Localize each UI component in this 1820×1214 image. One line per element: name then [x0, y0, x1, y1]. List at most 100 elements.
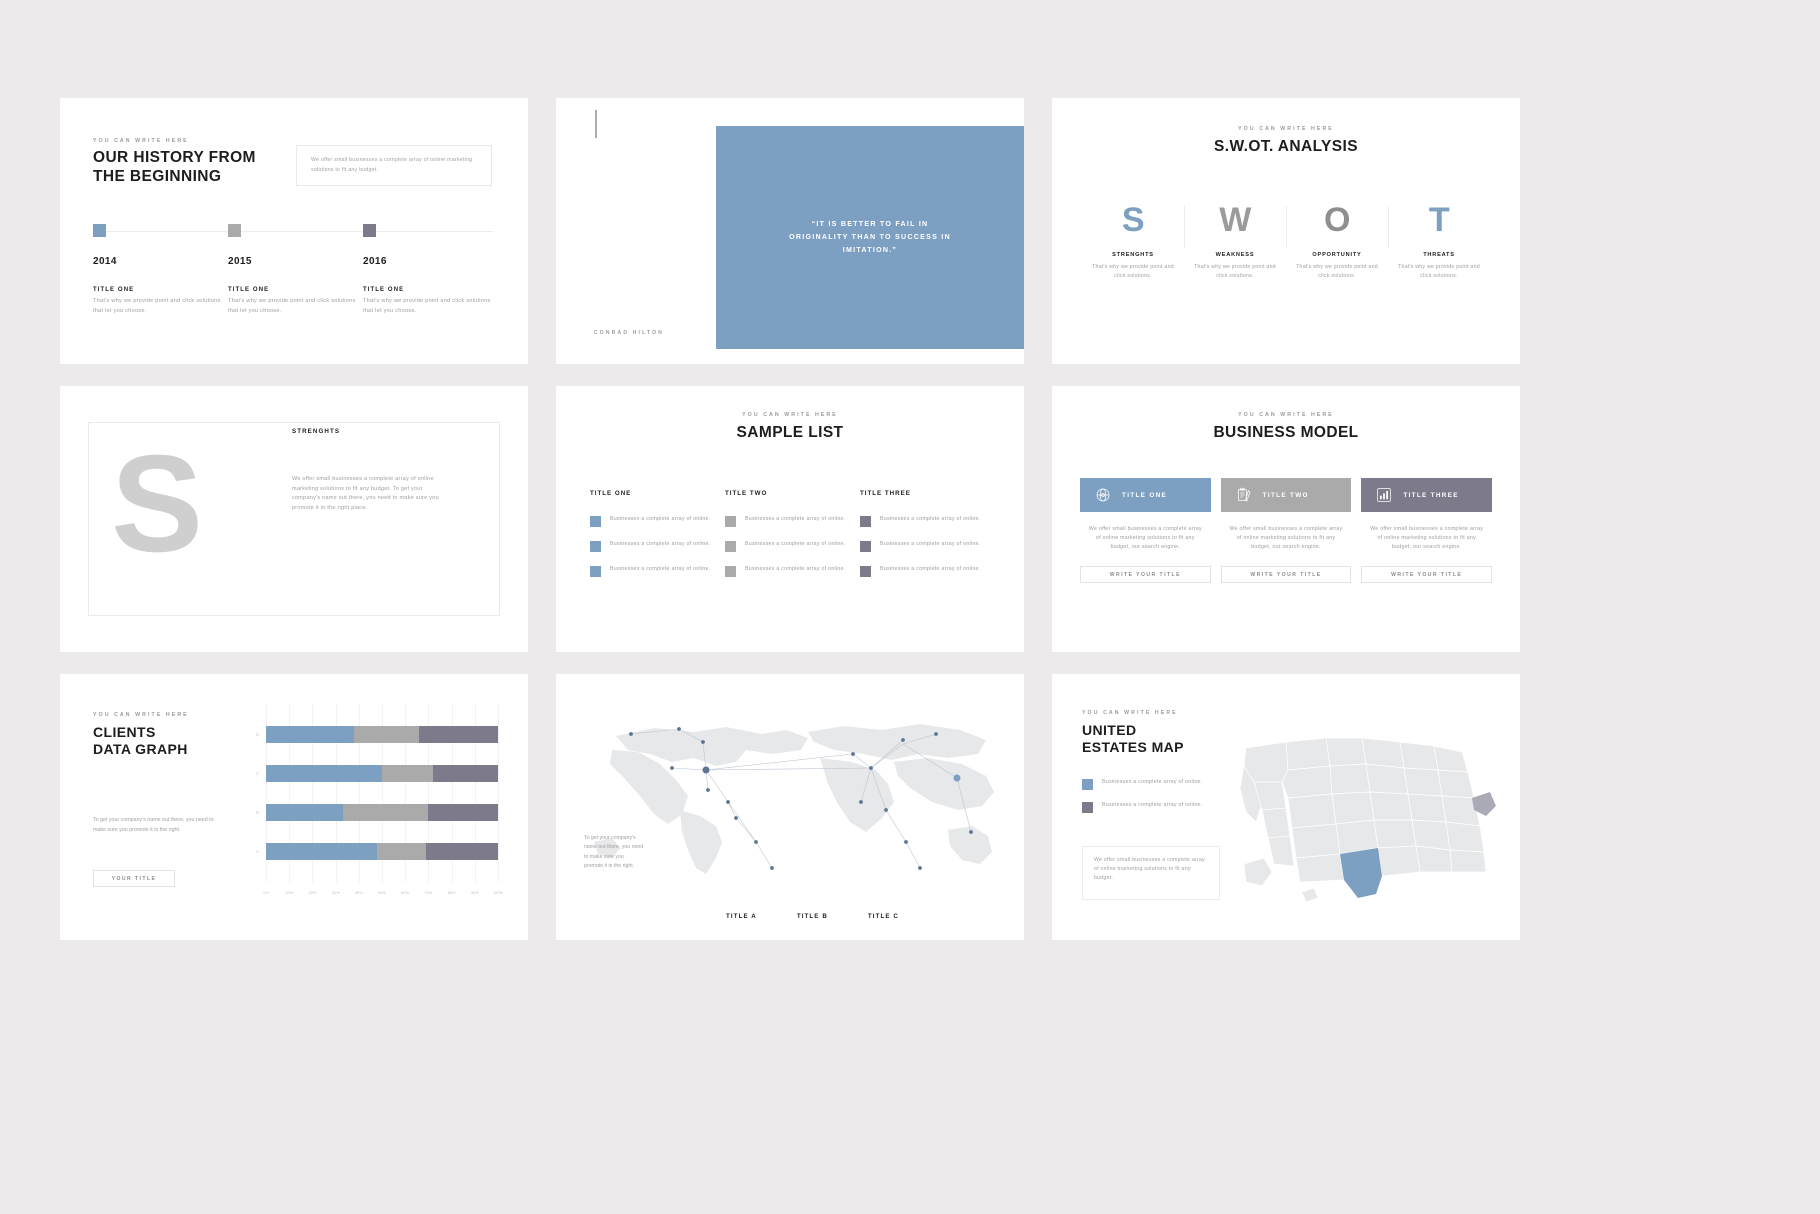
timeline-item[interactable]: 2015 TITLE ONE That's why we provide poi… — [228, 224, 363, 317]
page-title: UNITED ESTATES MAP — [1082, 722, 1184, 756]
list-item[interactable]: Businesses a complete array of online. — [725, 565, 860, 577]
card-header: TITLE ONE — [1080, 478, 1211, 512]
swot-letter: W — [1219, 201, 1251, 239]
eyebrow-label: YOU CAN WRITE HERE — [1238, 412, 1334, 418]
quote-text: “IT IS BETTER TO FAIL IN ORIGINALITY THA… — [789, 219, 951, 255]
write-your-title-button[interactable]: WRITE YOUR TITLE — [1080, 566, 1211, 583]
timeline-item[interactable]: 2014 TITLE ONE That's why we provide poi… — [93, 224, 228, 317]
swot-label: THREATS — [1423, 252, 1455, 258]
slide-clients-data-graph[interactable]: YOU CAN WRITE HERE CLIENTS DATA GRAPH To… — [60, 674, 528, 940]
swot-letter: S — [1121, 201, 1145, 239]
chart-bar-row[interactable]: D — [256, 726, 498, 743]
list-item[interactable]: Businesses a complete array of online. — [590, 565, 725, 577]
list-item[interactable]: Businesses a complete array of online. — [725, 540, 860, 552]
page-title: BUSINESS MODEL — [1213, 424, 1359, 441]
timeline-year: 2016 — [363, 256, 387, 267]
timeline-year: 2014 — [93, 256, 117, 267]
legend-label: Businesses a complete array of online. — [1102, 802, 1203, 808]
chart-bar-segment — [426, 843, 498, 860]
list-item[interactable]: Businesses a complete array of online. — [590, 540, 725, 552]
highlighted-state-texas[interactable] — [1340, 848, 1382, 898]
list-column-two: TITLE TWO Businesses a complete array of… — [725, 490, 860, 590]
slide1-header: YOU CAN WRITE HERE OUR HISTORY FROM THE … — [93, 138, 256, 187]
list-item-label: Businesses a complete array of online. — [745, 516, 846, 522]
column-title: TITLE THREE — [860, 490, 911, 497]
legend-title-a[interactable]: TITLE A — [726, 913, 757, 920]
bullet-swatch-icon — [860, 516, 871, 527]
timeline-marker-icon — [228, 224, 241, 237]
bullet-swatch-icon — [860, 566, 871, 577]
legend-title-b[interactable]: TITLE B — [797, 913, 828, 920]
eyebrow-label: YOU CAN WRITE HERE — [1238, 126, 1334, 132]
chart-bar-row[interactable]: A — [256, 843, 498, 860]
swot-letter: O — [1324, 201, 1350, 239]
list-item[interactable]: Businesses a complete array of online. — [860, 515, 995, 527]
model-card-three[interactable]: TITLE THREE We offer small businesses a … — [1361, 478, 1493, 583]
list-item-label: Businesses a complete array of online. — [745, 541, 846, 547]
bullet-swatch-icon — [725, 566, 736, 577]
x-axis-tick-label: 40% — [354, 890, 363, 895]
slide-our-history[interactable]: YOU CAN WRITE HERE OUR HISTORY FROM THE … — [60, 98, 528, 364]
slide-business-model[interactable]: YOU CAN WRITE HERE BUSINESS MODEL TITLE … — [1052, 386, 1520, 652]
callout-box: We offer small businesses a complete arr… — [1082, 846, 1220, 900]
big-letter-s: S — [111, 427, 203, 581]
list-item[interactable]: Businesses a complete array of online. — [725, 515, 860, 527]
swot-item-opportunity[interactable]: O OPPORTUNITY That's why we provide poin… — [1286, 203, 1388, 281]
chart-bar-segment — [419, 726, 498, 743]
swot-label: STRENGHTS — [1112, 252, 1154, 258]
swot-item-threats[interactable]: T THREATS That's why we provide point an… — [1388, 203, 1490, 281]
bullet-swatch-icon — [860, 541, 871, 552]
legend-item[interactable]: Businesses a complete array of online. — [1082, 801, 1210, 813]
chart-bar-segment — [382, 765, 434, 782]
legend-swatch-icon — [1082, 802, 1093, 813]
slide-world-map[interactable]: To get your company's name out there, yo… — [556, 674, 1024, 940]
slide-united-estates-map[interactable]: YOU CAN WRITE HERE UNITED ESTATES MAP Bu… — [1052, 674, 1520, 940]
slide3-header: YOU CAN WRITE HERE S.W.OT. ANALYSIS — [1052, 126, 1520, 157]
list-item[interactable]: Businesses a complete array of online. — [590, 515, 725, 527]
callout-text: We offer small businesses a complete arr… — [1094, 857, 1205, 882]
swot-columns: S STRENGHTS That's why we provide point … — [1082, 203, 1490, 281]
chart-bar-row[interactable]: C — [256, 765, 498, 782]
page-title: CLIENTS DATA GRAPH — [93, 724, 188, 758]
bullet-swatch-icon — [725, 516, 736, 527]
card-title: TITLE ONE — [1122, 491, 1168, 499]
your-title-button[interactable]: YOUR TITLE — [93, 870, 175, 887]
strengths-text-block: STRENGHTS We offer small businesses a co… — [292, 428, 444, 514]
card-body: We offer small businesses a complete arr… — [1088, 526, 1202, 550]
page-title: S.W.OT. ANALYSIS — [1214, 138, 1358, 155]
chart-bar-segment — [266, 843, 378, 860]
slide6-header: YOU CAN WRITE HERE BUSINESS MODEL — [1052, 412, 1520, 443]
clipboard-pencil-icon — [1237, 487, 1251, 502]
callout-box: We offer small businesses a complete arr… — [296, 145, 492, 186]
timeline-body: That's why we provide point and click so… — [363, 298, 491, 314]
legend-item[interactable]: Businesses a complete array of online. — [1082, 778, 1210, 790]
page-title: SAMPLE LIST — [736, 424, 844, 441]
timeline-title: TITLE ONE — [363, 287, 405, 293]
list-columns: TITLE ONE Businesses a complete array of… — [590, 490, 996, 590]
list-item[interactable]: Businesses a complete array of online. — [860, 565, 995, 577]
x-axis-tick-label: 60% — [401, 890, 410, 895]
chart-bar-row[interactable]: B — [256, 804, 498, 821]
write-your-title-button[interactable]: WRITE YOUR TITLE — [1220, 566, 1352, 583]
card-body: We offer small businesses a complete arr… — [1229, 526, 1343, 550]
slide-sample-list[interactable]: YOU CAN WRITE HERE SAMPLE LIST TITLE ONE… — [556, 386, 1024, 652]
timeline-item[interactable]: 2016 TITLE ONE That's why we provide poi… — [363, 224, 498, 317]
slide-quote[interactable]: “IT IS BETTER TO FAIL IN ORIGINALITY THA… — [556, 98, 1024, 364]
model-card-two[interactable]: TITLE TWO We offer small businesses a co… — [1220, 478, 1352, 583]
write-your-title-button[interactable]: WRITE YOUR TITLE — [1361, 566, 1493, 583]
section-body: We offer small businesses a complete arr… — [292, 476, 439, 511]
slide-strengths-detail[interactable]: S STRENGHTS We offer small businesses a … — [60, 386, 528, 652]
globe-target-icon — [1096, 488, 1110, 502]
eyebrow-label: YOU CAN WRITE HERE — [1082, 710, 1178, 716]
list-item[interactable]: Businesses a complete array of online. — [860, 540, 995, 552]
model-card-one[interactable]: TITLE ONE We offer small businesses a co… — [1080, 478, 1211, 583]
slide-swot-analysis[interactable]: YOU CAN WRITE HERE S.W.OT. ANALYSIS S ST… — [1052, 98, 1520, 364]
swot-item-strengths[interactable]: S STRENGHTS That's why we provide point … — [1082, 203, 1184, 281]
legend-title-c[interactable]: TITLE C — [868, 913, 899, 920]
chart-bar-segment — [266, 765, 382, 782]
map-description: To get your company's name out there, yo… — [584, 835, 644, 870]
chart-bar-segment — [433, 765, 498, 782]
list-item-label: Businesses a complete array of online. — [610, 566, 711, 572]
chart-bar-segment — [354, 726, 420, 743]
swot-item-weakness[interactable]: W WEAKNESS That's why we provide point a… — [1184, 203, 1286, 281]
